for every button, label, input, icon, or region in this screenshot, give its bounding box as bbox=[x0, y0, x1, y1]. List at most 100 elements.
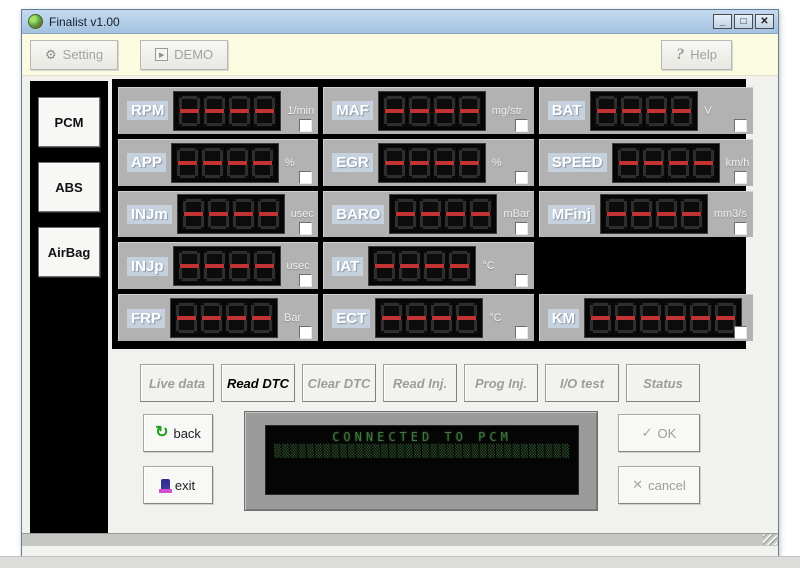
cancel-button[interactable]: ✕ cancel bbox=[618, 466, 700, 504]
gauge-checkbox[interactable] bbox=[515, 326, 528, 339]
demo-icon: ▶ bbox=[155, 48, 168, 61]
seven-segment-digit bbox=[201, 147, 224, 179]
seven-segment-digit bbox=[458, 95, 481, 127]
gauge-label: BAT bbox=[548, 101, 586, 120]
gauge-checkbox[interactable] bbox=[734, 171, 747, 184]
seven-segment-digit bbox=[680, 198, 703, 230]
seven-segment-digit bbox=[667, 147, 690, 179]
gauge-checkbox[interactable] bbox=[299, 171, 312, 184]
ok-button[interactable]: ✓ OK bbox=[618, 414, 700, 452]
seven-segment-display bbox=[173, 246, 281, 286]
desktop-strip bbox=[0, 556, 800, 568]
seven-segment-display bbox=[584, 298, 742, 338]
module-sidebar: PCM ABS AirBag bbox=[30, 81, 108, 539]
maximize-button[interactable]: □ bbox=[734, 14, 753, 29]
lcd-panel: CONNECTED TO PCM ▒▒▒▒▒▒▒▒▒▒▒▒▒▒▒▒▒▒▒▒▒▒▒… bbox=[244, 411, 598, 511]
seven-segment-digit bbox=[175, 302, 198, 334]
gauge-label: SPEED bbox=[548, 153, 607, 172]
minimize-button[interactable]: _ bbox=[713, 14, 732, 29]
gauge-unit: mm3/s bbox=[714, 208, 747, 220]
seven-segment-display bbox=[600, 194, 708, 234]
read-inj--button[interactable]: Read Inj. bbox=[383, 364, 457, 402]
setting-button[interactable]: ⚙ Setting bbox=[30, 40, 118, 70]
seven-segment-display bbox=[389, 194, 497, 234]
status-button[interactable]: Status bbox=[626, 364, 700, 402]
gauge-checkbox[interactable] bbox=[515, 274, 528, 287]
x-icon: ✕ bbox=[632, 477, 643, 493]
title-bar[interactable]: Finalist v1.00 _□✕ bbox=[22, 10, 778, 34]
app-icon bbox=[28, 14, 43, 29]
app-window: Finalist v1.00 _□✕ ⚙ Setting ▶ DEMO ? He… bbox=[21, 9, 779, 558]
gauge-checkbox[interactable] bbox=[734, 326, 747, 339]
seven-segment-digit bbox=[178, 250, 201, 282]
seven-segment-digit bbox=[383, 95, 406, 127]
seven-segment-digit bbox=[614, 302, 637, 334]
seven-segment-display bbox=[590, 91, 698, 131]
seven-segment-digit bbox=[430, 302, 453, 334]
gauge-checkbox[interactable] bbox=[515, 171, 528, 184]
gauge-checkbox[interactable] bbox=[515, 119, 528, 132]
seven-segment-digit bbox=[455, 302, 478, 334]
seven-segment-display bbox=[170, 298, 278, 338]
seven-segment-digit bbox=[394, 198, 417, 230]
seven-segment-digit bbox=[225, 302, 248, 334]
seven-segment-digit bbox=[689, 302, 712, 334]
sidebar-item-abs[interactable]: ABS bbox=[38, 162, 100, 212]
gauge-unit: usec bbox=[287, 260, 310, 272]
exit-icon bbox=[161, 479, 170, 492]
live-data-button[interactable]: Live data bbox=[140, 364, 214, 402]
close-button[interactable]: ✕ bbox=[755, 14, 774, 29]
help-button[interactable]: ? Help bbox=[661, 40, 732, 70]
clear-dtc-button[interactable]: Clear DTC bbox=[302, 364, 376, 402]
help-label: Help bbox=[690, 47, 717, 62]
toolbar: ⚙ Setting ▶ DEMO ? Help bbox=[22, 34, 778, 76]
sidebar-item-pcm[interactable]: PCM bbox=[38, 97, 100, 147]
gauge-panel-app: APP% bbox=[118, 139, 318, 186]
gauge-panel-iat: IAT°C bbox=[323, 242, 533, 289]
seven-segment-digit bbox=[253, 250, 276, 282]
back-button[interactable]: ↻ back bbox=[143, 414, 213, 452]
seven-segment-digit bbox=[589, 302, 612, 334]
prog-inj--button[interactable]: Prog Inj. bbox=[464, 364, 538, 402]
gauge-label: KM bbox=[548, 309, 579, 328]
gauge-panel-injm: INJmusec bbox=[118, 191, 318, 238]
lcd-status-text: CONNECTED TO PCM bbox=[266, 430, 578, 444]
gauge-panel-ect: ECT°C bbox=[323, 294, 533, 341]
cancel-label: cancel bbox=[648, 478, 686, 493]
gauge-checkbox[interactable] bbox=[299, 119, 312, 132]
seven-segment-digit bbox=[200, 302, 223, 334]
lcd-dot-matrix-row: ▒▒▒▒▒▒▒▒▒▒▒▒▒▒▒▒▒▒▒▒▒▒▒▒▒▒▒▒▒▒▒▒▒▒▒▒ bbox=[266, 444, 578, 458]
client-area: PCMABSAirBag RPM1/minMAFmg/strBATVAPP%EG… bbox=[22, 76, 778, 546]
seven-segment-digit bbox=[226, 147, 249, 179]
gauge-checkbox[interactable] bbox=[734, 222, 747, 235]
seven-segment-digit bbox=[408, 147, 431, 179]
seven-segment-digit bbox=[664, 302, 687, 334]
seven-segment-display bbox=[171, 143, 279, 183]
gauge-unit: % bbox=[492, 157, 502, 169]
sidebar-item-airbag[interactable]: AirBag bbox=[38, 227, 100, 277]
demo-button[interactable]: ▶ DEMO bbox=[140, 40, 228, 70]
gauge-checkbox[interactable] bbox=[299, 222, 312, 235]
seven-segment-digit bbox=[253, 95, 276, 127]
gauge-label: MAF bbox=[332, 101, 373, 120]
gauge-checkbox[interactable] bbox=[515, 222, 528, 235]
i-o-test-button[interactable]: I/O test bbox=[545, 364, 619, 402]
seven-segment-digit bbox=[692, 147, 715, 179]
read-dtc-button[interactable]: Read DTC bbox=[221, 364, 295, 402]
gauge-checkbox[interactable] bbox=[299, 274, 312, 287]
seven-segment-digit bbox=[620, 95, 643, 127]
seven-segment-digit bbox=[251, 147, 274, 179]
gauge-checkbox[interactable] bbox=[734, 119, 747, 132]
gauge-panel-frp: FRPBar bbox=[118, 294, 318, 341]
seven-segment-digit bbox=[595, 95, 618, 127]
exit-button[interactable]: exit bbox=[143, 466, 213, 504]
ok-label: OK bbox=[658, 426, 677, 441]
resize-grip[interactable] bbox=[763, 534, 777, 545]
seven-segment-digit bbox=[207, 198, 230, 230]
gauge-unit: mBar bbox=[503, 208, 529, 220]
gauge-panel-egr: EGR% bbox=[323, 139, 533, 186]
gauge-unit: % bbox=[285, 157, 295, 169]
gauge-label: MFinj bbox=[548, 205, 595, 224]
seven-segment-digit bbox=[176, 147, 199, 179]
gauge-checkbox[interactable] bbox=[299, 326, 312, 339]
